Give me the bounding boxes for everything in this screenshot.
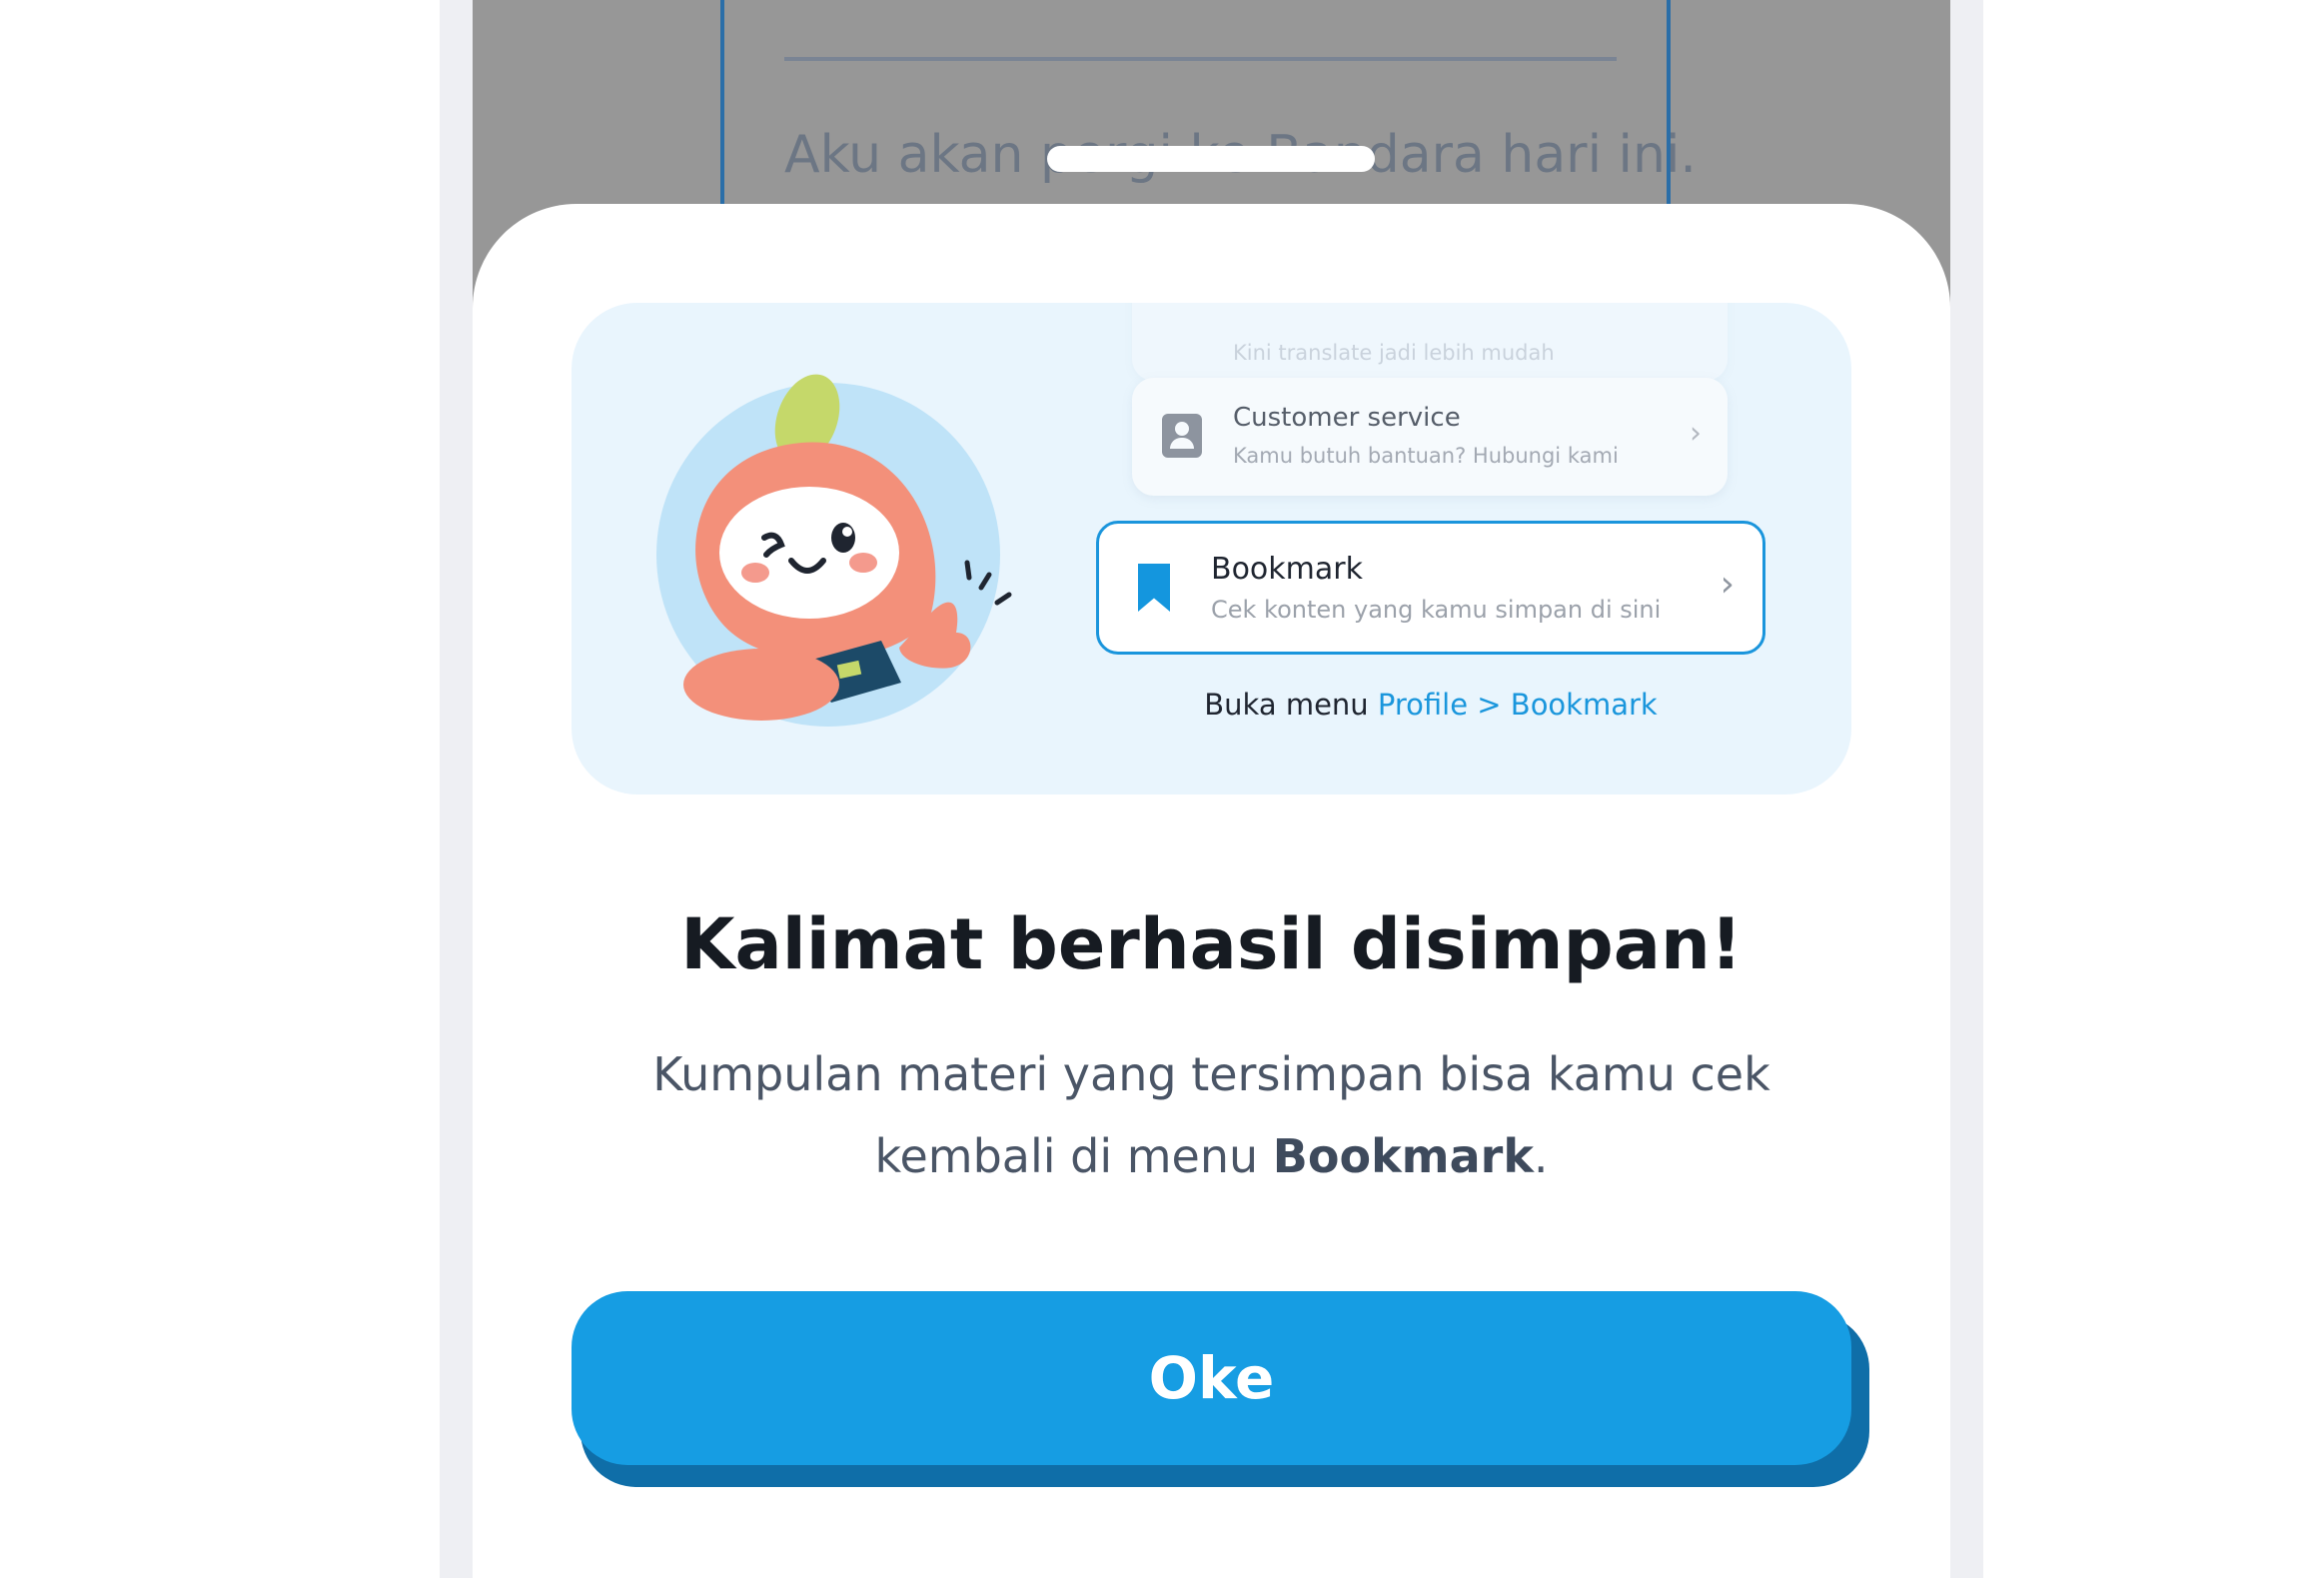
chevron-right-icon: ›	[1690, 416, 1702, 451]
description-text: Kumpulan materi yang tersimpan bisa kamu…	[652, 1047, 1770, 1183]
description-bold-menu: Bookmark	[1272, 1129, 1534, 1183]
screen: Aku akan pergi ke Bandara hari ini.	[0, 0, 2324, 1578]
illustration-panel: Kini translate jadi lebih mudah Customer…	[572, 303, 1851, 794]
ok-button[interactable]: Oke	[572, 1291, 1851, 1465]
hint-prefix: Buka menu	[1204, 688, 1369, 722]
mascot-eye-shine	[842, 527, 852, 537]
menu-item-subtitle: Kini translate jadi lebih mudah	[1233, 341, 1555, 365]
navigation-hint: Buka menu Profile > Bookmark	[1096, 688, 1765, 722]
hint-path: Profile > Bookmark	[1377, 688, 1658, 722]
chevron-right-icon: ›	[1720, 564, 1735, 605]
bookmark-icon	[1138, 564, 1170, 612]
menu-item-customer-service: Customer service Kamu butuh bantuan? Hub…	[1132, 378, 1728, 496]
mascot-illustration	[656, 374, 1012, 727]
menu-item-translate: Kini translate jadi lebih mudah	[1132, 303, 1728, 381]
phone-frame-left	[440, 0, 473, 1578]
phone-frame-right	[1950, 0, 1983, 1578]
dialog-title: Kalimat berhasil disimpan!	[680, 903, 1743, 985]
menu-item-subtitle: Kamu butuh bantuan? Hubungi kami	[1233, 444, 1619, 468]
menu-item-subtitle: Cek konten yang kamu simpan di sini	[1211, 596, 1662, 624]
description-end: .	[1533, 1129, 1549, 1183]
mascot-arm	[683, 649, 839, 721]
mascot-blush-right	[849, 553, 877, 573]
sheet-grab-handle[interactable]	[1047, 146, 1375, 172]
mascot-face	[719, 487, 899, 619]
menu-item-title: Bookmark	[1211, 552, 1363, 587]
background-divider	[784, 57, 1617, 61]
menu-item-bookmark-highlighted: Bookmark Cek konten yang kamu simpan di …	[1096, 521, 1765, 655]
bottom-sheet: Kini translate jadi lebih mudah Customer…	[473, 204, 1950, 1578]
mascot-open-eye	[831, 523, 855, 553]
background-card	[720, 0, 1671, 220]
mascot-blush-left	[741, 563, 769, 583]
contact-icon	[1162, 414, 1202, 458]
dialog-description: Kumpulan materi yang tersimpan bisa kamu…	[592, 1033, 1830, 1197]
menu-item-title: Customer service	[1233, 403, 1461, 433]
